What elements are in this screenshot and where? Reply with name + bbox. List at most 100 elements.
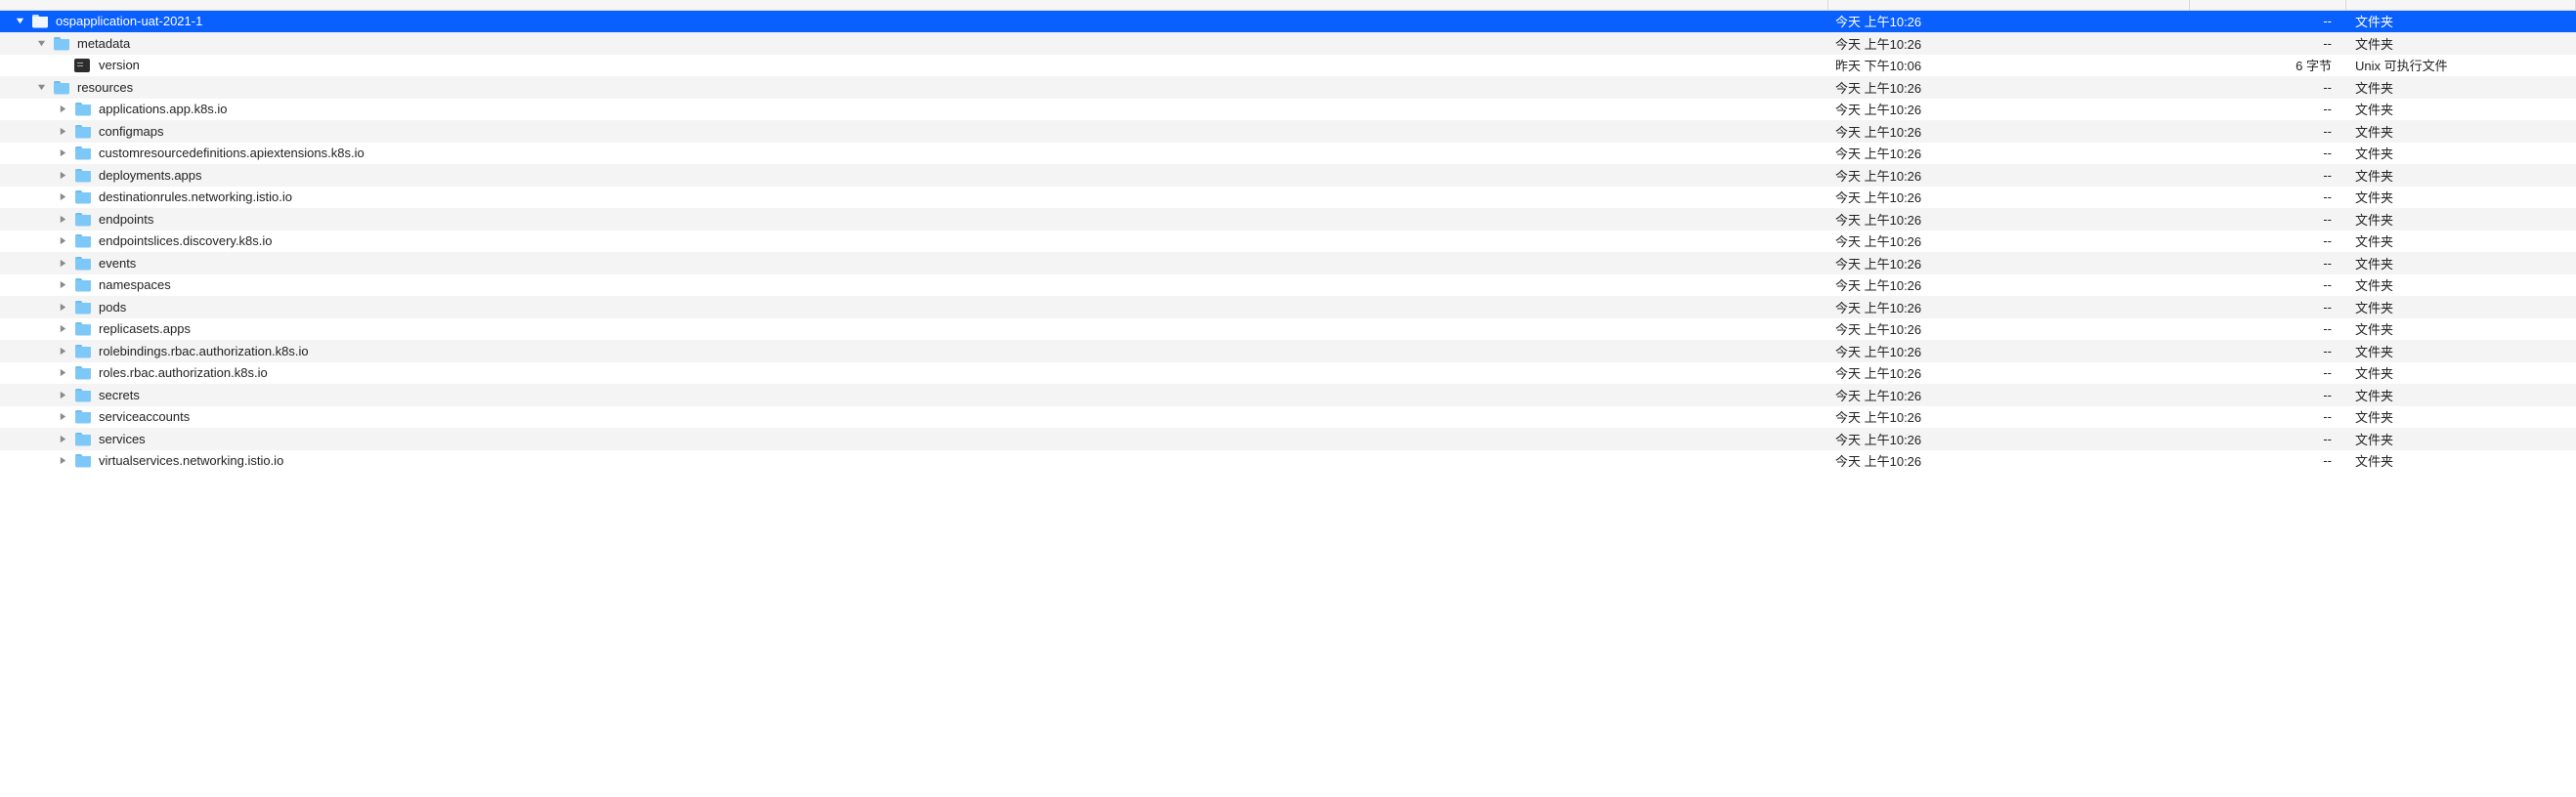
item-kind: 文件夹 bbox=[2345, 143, 2576, 165]
table-row[interactable]: pods今天 上午10:26--文件夹 bbox=[0, 296, 2576, 318]
table-row[interactable]: namespaces今天 上午10:26--文件夹 bbox=[0, 274, 2576, 297]
table-row[interactable]: version昨天 下午10:066 字节Unix 可执行文件 bbox=[0, 55, 2576, 77]
table-row[interactable]: endpointslices.discovery.k8s.io今天 上午10:2… bbox=[0, 231, 2576, 253]
disclosure-collapsed-icon[interactable] bbox=[57, 215, 69, 224]
column-header-row bbox=[0, 0, 2576, 10]
disclosure-collapsed-icon[interactable] bbox=[57, 368, 69, 377]
item-kind: 文件夹 bbox=[2345, 384, 2576, 406]
disclosure-collapsed-icon[interactable] bbox=[57, 347, 69, 356]
item-name: endpointslices.discovery.k8s.io bbox=[99, 233, 273, 248]
item-size: -- bbox=[2189, 120, 2345, 143]
disclosure-collapsed-icon[interactable] bbox=[57, 412, 69, 421]
item-size: -- bbox=[2189, 208, 2345, 231]
item-date: 今天 上午10:26 bbox=[1827, 450, 2189, 473]
disclosure-collapsed-icon[interactable] bbox=[57, 456, 69, 465]
table-row[interactable]: secrets今天 上午10:26--文件夹 bbox=[0, 384, 2576, 406]
item-date: 今天 上午10:26 bbox=[1827, 428, 2189, 450]
disclosure-expanded-icon[interactable] bbox=[14, 17, 26, 25]
item-size: -- bbox=[2189, 428, 2345, 450]
table-row[interactable]: applications.app.k8s.io今天 上午10:26--文件夹 bbox=[0, 99, 2576, 121]
table-row[interactable]: roles.rbac.authorization.k8s.io今天 上午10:2… bbox=[0, 362, 2576, 385]
folder-icon bbox=[74, 256, 92, 271]
disclosure-collapsed-icon[interactable] bbox=[57, 148, 69, 157]
folder-icon bbox=[74, 168, 92, 183]
item-kind: 文件夹 bbox=[2345, 252, 2576, 274]
folder-icon bbox=[74, 277, 92, 292]
item-kind: 文件夹 bbox=[2345, 428, 2576, 450]
folder-icon bbox=[74, 146, 92, 160]
disclosure-collapsed-icon[interactable] bbox=[57, 192, 69, 201]
item-name: customresourcedefinitions.apiextensions.… bbox=[99, 146, 365, 160]
item-kind: 文件夹 bbox=[2345, 362, 2576, 385]
column-header-kind[interactable] bbox=[2345, 0, 2576, 10]
item-kind: 文件夹 bbox=[2345, 208, 2576, 231]
item-date: 今天 上午10:26 bbox=[1827, 187, 2189, 209]
item-size: -- bbox=[2189, 32, 2345, 55]
table-row[interactable]: configmaps今天 上午10:26--文件夹 bbox=[0, 120, 2576, 143]
item-name: metadata bbox=[77, 36, 130, 51]
item-date: 今天 上午10:26 bbox=[1827, 318, 2189, 341]
disclosure-collapsed-icon[interactable] bbox=[57, 303, 69, 312]
table-row[interactable]: serviceaccounts今天 上午10:26--文件夹 bbox=[0, 406, 2576, 429]
item-date: 今天 上午10:26 bbox=[1827, 406, 2189, 429]
item-date: 今天 上午10:26 bbox=[1827, 252, 2189, 274]
item-date: 今天 上午10:26 bbox=[1827, 296, 2189, 318]
disclosure-collapsed-icon[interactable] bbox=[57, 105, 69, 113]
folder-icon bbox=[74, 453, 92, 468]
table-row[interactable]: metadata今天 上午10:26--文件夹 bbox=[0, 32, 2576, 55]
disclosure-collapsed-icon[interactable] bbox=[57, 171, 69, 180]
folder-icon bbox=[74, 344, 92, 358]
item-name: endpoints bbox=[99, 212, 153, 227]
table-row[interactable]: resources今天 上午10:26--文件夹 bbox=[0, 76, 2576, 99]
item-kind: 文件夹 bbox=[2345, 274, 2576, 297]
column-header-date[interactable] bbox=[1827, 0, 2189, 10]
item-date: 今天 上午10:26 bbox=[1827, 99, 2189, 121]
file-list-table: ospapplication-uat-2021-1今天 上午10:26--文件夹… bbox=[0, 0, 2576, 472]
item-size: -- bbox=[2189, 340, 2345, 362]
table-row[interactable]: ospapplication-uat-2021-1今天 上午10:26--文件夹 bbox=[0, 10, 2576, 32]
item-kind: 文件夹 bbox=[2345, 164, 2576, 187]
item-kind: 文件夹 bbox=[2345, 99, 2576, 121]
disclosure-collapsed-icon[interactable] bbox=[57, 280, 69, 289]
folder-icon bbox=[74, 212, 92, 227]
table-row[interactable]: services今天 上午10:26--文件夹 bbox=[0, 428, 2576, 450]
column-header-size[interactable] bbox=[2189, 0, 2345, 10]
disclosure-expanded-icon[interactable] bbox=[35, 39, 48, 48]
item-kind: 文件夹 bbox=[2345, 32, 2576, 55]
item-size: -- bbox=[2189, 10, 2345, 32]
item-size: -- bbox=[2189, 318, 2345, 341]
item-date: 今天 上午10:26 bbox=[1827, 208, 2189, 231]
folder-icon bbox=[53, 80, 70, 95]
table-row[interactable]: replicasets.apps今天 上午10:26--文件夹 bbox=[0, 318, 2576, 341]
item-kind: 文件夹 bbox=[2345, 406, 2576, 429]
disclosure-collapsed-icon[interactable] bbox=[57, 324, 69, 333]
table-row[interactable]: events今天 上午10:26--文件夹 bbox=[0, 252, 2576, 274]
item-name: version bbox=[99, 58, 140, 72]
disclosure-collapsed-icon[interactable] bbox=[57, 391, 69, 399]
item-date: 今天 上午10:26 bbox=[1827, 340, 2189, 362]
item-size: -- bbox=[2189, 406, 2345, 429]
item-date: 今天 上午10:26 bbox=[1827, 362, 2189, 385]
disclosure-expanded-icon[interactable] bbox=[35, 83, 48, 92]
table-row[interactable]: deployments.apps今天 上午10:26--文件夹 bbox=[0, 164, 2576, 187]
item-date: 今天 上午10:26 bbox=[1827, 274, 2189, 297]
table-row[interactable]: destinationrules.networking.istio.io今天 上… bbox=[0, 187, 2576, 209]
disclosure-collapsed-icon[interactable] bbox=[57, 127, 69, 136]
disclosure-collapsed-icon[interactable] bbox=[57, 259, 69, 268]
table-row[interactable]: virtualservices.networking.istio.io今天 上午… bbox=[0, 450, 2576, 473]
disclosure-collapsed-icon[interactable] bbox=[57, 435, 69, 443]
item-name: deployments.apps bbox=[99, 168, 202, 183]
item-size: -- bbox=[2189, 274, 2345, 297]
item-kind: 文件夹 bbox=[2345, 187, 2576, 209]
item-name: configmaps bbox=[99, 124, 163, 139]
column-header-name[interactable] bbox=[0, 0, 1827, 10]
table-row[interactable]: rolebindings.rbac.authorization.k8s.io今天… bbox=[0, 340, 2576, 362]
folder-icon bbox=[74, 102, 92, 116]
item-size: -- bbox=[2189, 296, 2345, 318]
item-date: 今天 上午10:26 bbox=[1827, 164, 2189, 187]
disclosure-collapsed-icon[interactable] bbox=[57, 236, 69, 245]
item-size: -- bbox=[2189, 187, 2345, 209]
folder-icon bbox=[74, 321, 92, 336]
table-row[interactable]: customresourcedefinitions.apiextensions.… bbox=[0, 143, 2576, 165]
table-row[interactable]: endpoints 今天 上午10:26--文件夹 bbox=[0, 208, 2576, 231]
